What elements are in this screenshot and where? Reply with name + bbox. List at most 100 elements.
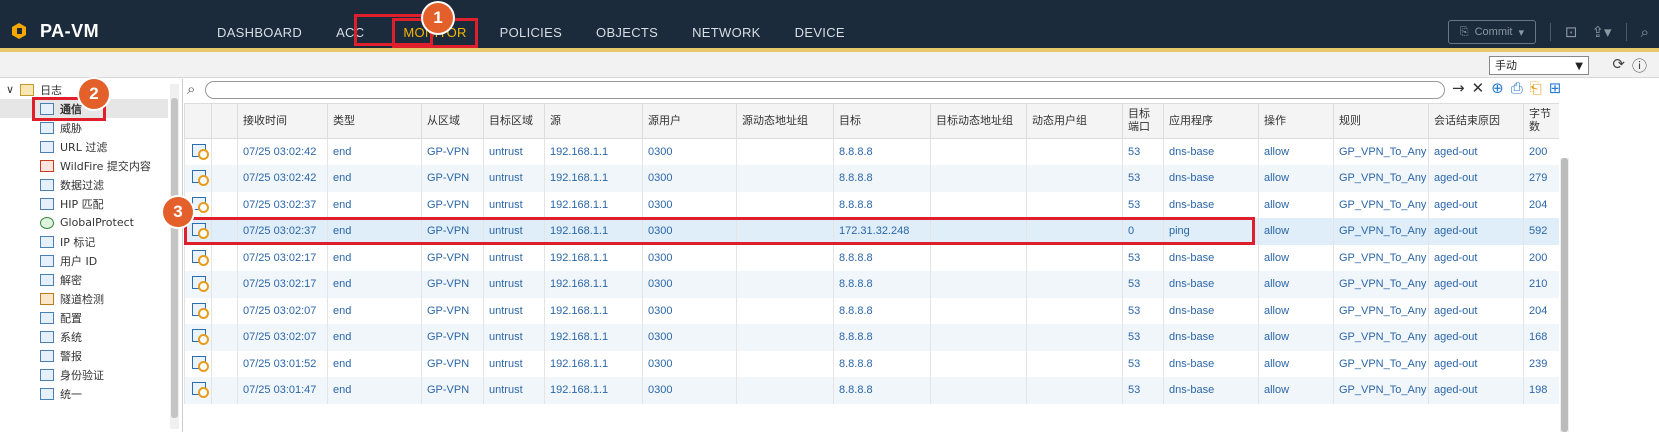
column-header[interactable]: 规则: [1333, 103, 1429, 139]
sidebar-item-unified[interactable]: 统一: [40, 384, 82, 403]
table-cell[interactable]: allow: [1258, 324, 1334, 351]
save-filter-icon[interactable]: ⎙: [1511, 79, 1523, 97]
table-cell[interactable]: 192.168.1.1: [544, 377, 643, 404]
table-cell[interactable]: 192.168.1.1: [544, 350, 643, 377]
tab-objects[interactable]: OBJECTS: [584, 18, 670, 48]
table-cell[interactable]: aged-out: [1428, 165, 1524, 192]
table-cell[interactable]: untrust: [483, 138, 545, 165]
table-cell[interactable]: allow: [1258, 244, 1334, 271]
table-cell[interactable]: 0300: [642, 377, 737, 404]
column-header[interactable]: 会话结束原因: [1428, 103, 1524, 139]
table-cell[interactable]: [1026, 377, 1123, 404]
table-cell[interactable]: 192.168.1.1: [544, 165, 643, 192]
table-cell[interactable]: 53: [1122, 244, 1164, 271]
table-row[interactable]: 07/25 03:02:17 end GP-VPN untrust 192.168.1.…: [184, 271, 1559, 298]
table-cell[interactable]: 592: [1523, 218, 1559, 245]
column-header[interactable]: 动态用户组: [1026, 103, 1123, 139]
table-cell[interactable]: 192.168.1.1: [544, 191, 643, 218]
column-header[interactable]: 目标: [833, 103, 931, 139]
detail-view-icon[interactable]: [192, 249, 209, 266]
table-cell[interactable]: aged-out: [1428, 138, 1524, 165]
detail-view-icon[interactable]: [192, 170, 209, 187]
table-cell[interactable]: [1026, 271, 1123, 298]
table-cell[interactable]: 0300: [642, 324, 737, 351]
table-cell[interactable]: dns-base: [1163, 297, 1259, 324]
table-cell[interactable]: 0300: [642, 271, 737, 298]
load-filter-icon[interactable]: ⎗: [1530, 79, 1542, 97]
table-cell[interactable]: 192.168.1.1: [544, 271, 643, 298]
table-cell[interactable]: 0300: [642, 350, 737, 377]
table-cell[interactable]: 8.8.8.8: [833, 191, 931, 218]
row-detail-cell[interactable]: [184, 138, 212, 165]
table-cell[interactable]: [736, 138, 834, 165]
table-cell[interactable]: [930, 324, 1027, 351]
table-cell[interactable]: 8.8.8.8: [833, 377, 931, 404]
table-cell[interactable]: aged-out: [1428, 191, 1524, 218]
table-row[interactable]: 07/25 03:02:37 end GP-VPN untrust 192.168.1.…: [184, 191, 1559, 218]
table-cell[interactable]: GP-VPN: [421, 271, 484, 298]
table-cell[interactable]: 07/25 03:02:07: [237, 324, 328, 351]
sidebar-item-url-filtering[interactable]: URL 过滤: [40, 137, 107, 156]
scrollbar-thumb[interactable]: [171, 98, 178, 418]
row-detail-cell[interactable]: [184, 377, 212, 404]
table-cell[interactable]: [736, 244, 834, 271]
table-cell[interactable]: 07/25 03:02:17: [237, 271, 328, 298]
column-header[interactable]: 源用户: [642, 103, 737, 139]
sidebar-item-hip-match[interactable]: HIP 匹配: [40, 194, 104, 213]
export-icon[interactable]: ⊞: [1549, 79, 1562, 97]
table-cell[interactable]: GP_VPN_To_Any: [1333, 324, 1429, 351]
table-cell[interactable]: [930, 377, 1027, 404]
table-cell[interactable]: GP-VPN: [421, 165, 484, 192]
table-cell[interactable]: 53: [1122, 297, 1164, 324]
table-cell[interactable]: end: [327, 324, 422, 351]
table-cell[interactable]: GP_VPN_To_Any: [1333, 244, 1429, 271]
sidebar-item-user-id[interactable]: 用户 ID: [40, 251, 97, 270]
table-cell[interactable]: GP-VPN: [421, 244, 484, 271]
table-cell[interactable]: dns-base: [1163, 271, 1259, 298]
table-cell[interactable]: [930, 138, 1027, 165]
table-cell[interactable]: untrust: [483, 297, 545, 324]
table-cell[interactable]: aged-out: [1428, 377, 1524, 404]
table-cell[interactable]: 239: [1523, 350, 1559, 377]
table-cell[interactable]: GP-VPN: [421, 350, 484, 377]
config-lock-icon[interactable]: ⊡: [1565, 23, 1578, 41]
table-cell[interactable]: GP-VPN: [421, 324, 484, 351]
table-cell[interactable]: [736, 350, 834, 377]
tab-policies[interactable]: POLICIES: [488, 18, 574, 48]
table-cell[interactable]: 07/25 03:02:42: [237, 165, 328, 192]
table-cell[interactable]: GP_VPN_To_Any: [1333, 191, 1429, 218]
table-cell[interactable]: allow: [1258, 350, 1334, 377]
table-cell[interactable]: 8.8.8.8: [833, 138, 931, 165]
table-cell[interactable]: 210: [1523, 271, 1559, 298]
table-cell[interactable]: dns-base: [1163, 191, 1259, 218]
row-detail-cell[interactable]: [184, 165, 212, 192]
help-icon[interactable]: ⓘ: [1632, 55, 1647, 76]
table-cell[interactable]: 53: [1122, 165, 1164, 192]
table-cell[interactable]: [736, 377, 834, 404]
table-cell[interactable]: [930, 271, 1027, 298]
column-header[interactable]: 目标动态地址组: [930, 103, 1027, 139]
sidebar-item-alarms[interactable]: 警报: [40, 346, 82, 365]
table-cell[interactable]: dns-base: [1163, 244, 1259, 271]
table-cell[interactable]: [1026, 244, 1123, 271]
table-cell[interactable]: GP_VPN_To_Any: [1333, 165, 1429, 192]
table-cell[interactable]: 53: [1122, 138, 1164, 165]
table-scrollbar[interactable]: [1560, 158, 1569, 432]
table-cell[interactable]: 07/25 03:01:52: [237, 350, 328, 377]
table-cell[interactable]: end: [327, 244, 422, 271]
table-cell[interactable]: 192.168.1.1: [544, 297, 643, 324]
table-cell[interactable]: aged-out: [1428, 324, 1524, 351]
table-cell[interactable]: 0300: [642, 297, 737, 324]
column-header[interactable]: 字节数: [1523, 103, 1559, 139]
table-cell[interactable]: end: [327, 138, 422, 165]
table-cell[interactable]: GP_VPN_To_Any: [1333, 138, 1429, 165]
table-cell[interactable]: untrust: [483, 191, 545, 218]
table-cell[interactable]: [1026, 191, 1123, 218]
table-cell[interactable]: 8.8.8.8: [833, 244, 931, 271]
table-cell[interactable]: 8.8.8.8: [833, 165, 931, 192]
row-detail-cell[interactable]: [184, 297, 212, 324]
sidebar-item-configuration[interactable]: 配置: [40, 308, 82, 327]
sidebar-scrollbar[interactable]: [170, 84, 179, 429]
sidebar-item-authentication[interactable]: 身份验证: [40, 365, 104, 384]
table-cell[interactable]: 192.168.1.1: [544, 138, 643, 165]
